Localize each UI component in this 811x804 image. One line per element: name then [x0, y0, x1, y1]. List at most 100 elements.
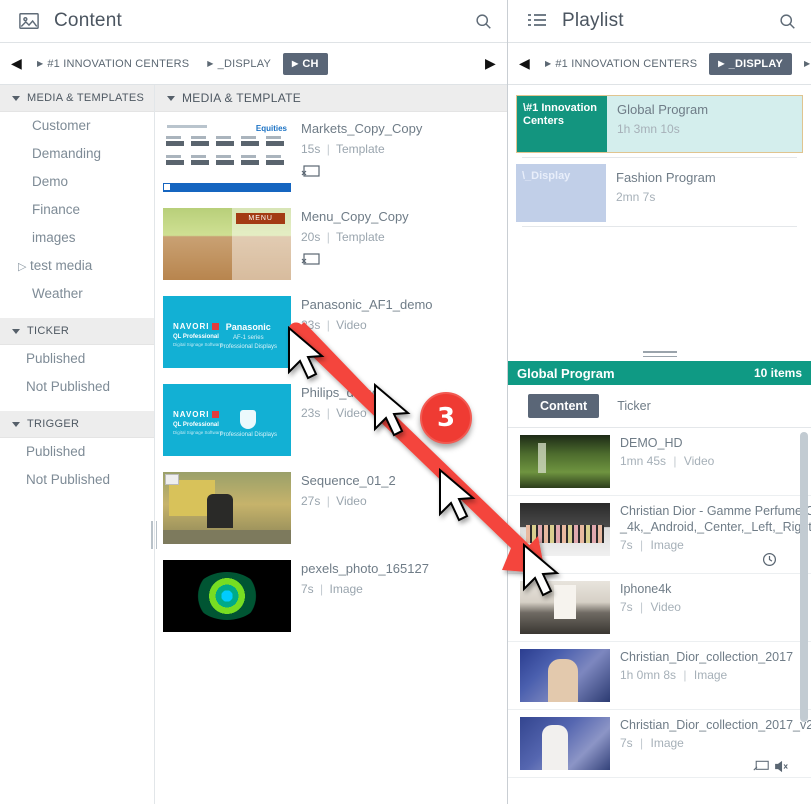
breadcrumb-back-arrow[interactable]: ◀: [8, 55, 25, 72]
speaker-mute-icon[interactable]: [774, 760, 789, 773]
thumbnail: MENU: [163, 208, 291, 280]
meta-separator: |: [640, 736, 644, 750]
meta-separator: |: [320, 582, 324, 596]
meta-separator: |: [326, 318, 330, 332]
meta-separator: |: [683, 668, 687, 682]
media-item-meta: 20s | Template: [301, 228, 409, 246]
content-duration: 1h 0mn 8s: [620, 668, 677, 682]
search-icon[interactable]: [471, 9, 495, 33]
media-duration: 23s: [301, 318, 321, 332]
media-item-philips[interactable]: NAVORI QL Professional Digital Signage So…: [155, 376, 507, 464]
breadcrumb-item-0[interactable]: ▶ #1 INNOVATION CENTERS: [31, 54, 195, 74]
media-item-meta: 23s | Video: [301, 316, 433, 334]
media-item-menu[interactable]: MENU Menu_Copy_Copy 20s | Template: [155, 200, 507, 288]
content-item-name: Christian Dior - Gamme Perfume Cuir: [620, 504, 811, 518]
tab-content[interactable]: Content: [528, 394, 600, 418]
page-title: Playlist: [562, 10, 624, 31]
tree-group-trigger[interactable]: TRIGGER: [0, 411, 154, 438]
content-breadcrumb: ◀ ▶ #1 INNOVATION CENTERS ▶ _DISPLAY ▶ C…: [0, 43, 507, 85]
media-section-header[interactable]: MEDIA & TEMPLATE: [155, 85, 507, 112]
media-item-meta: 27s | Video: [301, 492, 396, 510]
image-icon: [18, 11, 40, 31]
sidebar-item-finance[interactable]: Finance: [0, 196, 154, 224]
media-item-sequence[interactable]: Sequence_01_2 27s | Video: [155, 464, 507, 552]
content-item-meta: 7s | Image: [620, 538, 811, 552]
horizontal-splitter-handle[interactable]: [508, 347, 811, 361]
caret-down-icon: [12, 328, 20, 334]
content-list-scrollbar[interactable]: [800, 432, 808, 722]
meta-separator: |: [326, 494, 330, 508]
breadcrumb-item-0[interactable]: ▶ #1 INNOVATION CENTERS: [539, 54, 703, 74]
sidebar-item-customer[interactable]: Customer: [0, 112, 154, 140]
vertical-splitter-handle[interactable]: [148, 520, 160, 550]
content-item-row-icons: [753, 760, 789, 773]
breadcrumb-item-2[interactable]: ▶ CH: [283, 52, 328, 75]
media-list-column: MEDIA & TEMPLATE Equities Markets_Copy_C…: [155, 85, 507, 804]
breadcrumb-item-2[interactable]: ▶ CH: [798, 54, 811, 74]
media-item-name: pexels_photo_165127: [301, 561, 429, 576]
sidebar-item-demanding[interactable]: Demanding: [0, 140, 154, 168]
sidebar-item-test-media[interactable]: test media: [0, 252, 154, 280]
playlist-pane: Playlist ◀ ▶ #1 INNOVATION CENTERS ▶ _DI…: [508, 0, 811, 804]
content-item-demo-hd[interactable]: DEMO_HD 1mn 45s | Video: [508, 428, 811, 496]
sidebar-item-trigger-not-published[interactable]: Not Published: [0, 466, 154, 494]
content-body: MEDIA & TEMPLATES Customer Demanding Dem…: [0, 85, 507, 804]
media-duration: 23s: [301, 406, 321, 420]
sidebar-item-ticker-not-published[interactable]: Not Published: [0, 373, 154, 401]
tree-group-label: MEDIA & TEMPLATES: [27, 92, 145, 104]
media-duration: 27s: [301, 494, 321, 508]
playlist-duration: 2mn 7s: [616, 190, 656, 204]
caret-down-icon: [12, 421, 20, 427]
content-item-iphone4k[interactable]: Iphone4k 7s | Video: [508, 574, 811, 642]
tree-group-ticker[interactable]: TICKER: [0, 318, 154, 345]
content-item-dior-2017[interactable]: Christian_Dior_collection_2017 1h 0mn 8s…: [508, 642, 811, 710]
media-item-panasonic[interactable]: NAVORI QL Professional Digital Signage So…: [155, 288, 507, 376]
sidebar-item-demo[interactable]: Demo: [0, 168, 154, 196]
thumbnail: [520, 649, 610, 702]
content-item-name: DEMO_HD: [620, 436, 683, 450]
thumbnail: NAVORI QL Professional Digital Signage So…: [163, 384, 291, 456]
content-duration: 7s: [620, 538, 633, 552]
media-item-pexels[interactable]: pexels_photo_165127 7s | Image: [155, 552, 507, 640]
playlist-item-global-program[interactable]: \#1 Innovation Centers Global Program 1h…: [516, 95, 803, 153]
content-item-dior-perfume[interactable]: Christian Dior - Gamme Perfume Cuir _4k,…: [508, 496, 811, 574]
meta-separator: |: [326, 230, 330, 244]
chevron-right-icon: ▶: [36, 58, 44, 68]
search-icon[interactable]: [775, 9, 799, 33]
content-duration: 1mn 45s: [620, 454, 667, 468]
chevron-right-icon: ▶: [804, 58, 811, 68]
content-item-name: Christian_Dior_collection_2017_v2: [620, 718, 811, 732]
caret-right-icon[interactable]: [18, 257, 26, 277]
media-type: Video: [336, 494, 367, 508]
media-item-name: Philips_demo: [301, 385, 380, 400]
sidebar-item-ticker-published[interactable]: Published: [0, 345, 154, 373]
content-type: Image: [650, 736, 684, 750]
thumbnail: [520, 503, 610, 556]
divider: [522, 157, 797, 158]
tree-group-label: TICKER: [27, 325, 70, 337]
thumbnail: Equities: [163, 120, 291, 192]
media-tree-sidebar: MEDIA & TEMPLATES Customer Demanding Dem…: [0, 85, 157, 804]
playlist-item-fashion-program[interactable]: \_Display Fashion Program 2mn 7s: [516, 164, 803, 222]
playlist-name: Fashion Program: [616, 170, 716, 185]
screen-icon: [301, 165, 320, 177]
sidebar-item-weather[interactable]: Weather: [0, 280, 154, 308]
breadcrumb-forward-arrow[interactable]: ▶: [482, 55, 499, 72]
breadcrumb-back-arrow[interactable]: ◀: [516, 55, 533, 72]
tree-group-media-templates[interactable]: MEDIA & TEMPLATES: [0, 85, 154, 112]
content-duration: 7s: [620, 600, 633, 614]
content-item-dior-2017-v2[interactable]: Christian_Dior_collection_2017_v2 7s | I…: [508, 710, 811, 778]
page-title: Content: [54, 10, 122, 31]
media-duration: 20s: [301, 230, 321, 244]
media-item-markets[interactable]: Equities Markets_Copy_Copy 15s | Templat…: [155, 112, 507, 200]
screen-icon[interactable]: [753, 760, 769, 773]
caret-down-icon: [12, 95, 20, 101]
breadcrumb-item-1[interactable]: ▶ _DISPLAY: [201, 54, 277, 74]
sidebar-item-images[interactable]: images: [0, 224, 154, 252]
playlist-tile-label: \_Display: [516, 164, 606, 222]
meta-separator: |: [640, 538, 644, 552]
sidebar-item-trigger-published[interactable]: Published: [0, 438, 154, 466]
media-item-name: Panasonic_AF1_demo: [301, 297, 433, 312]
tab-ticker[interactable]: Ticker: [605, 394, 663, 418]
breadcrumb-item-1[interactable]: ▶ _DISPLAY: [709, 52, 793, 75]
